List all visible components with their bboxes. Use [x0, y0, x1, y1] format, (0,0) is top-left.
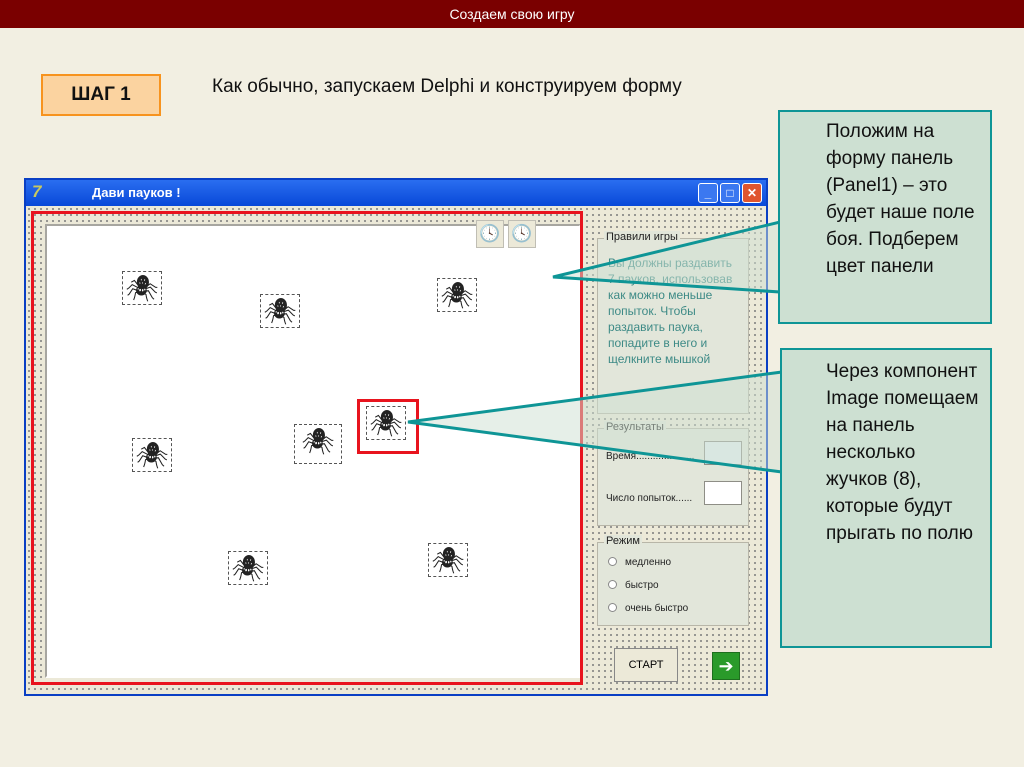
spider-image[interactable]: 🕷: [260, 294, 300, 328]
tries-label: Число попыток......: [606, 493, 693, 504]
mode-label: Режим: [604, 535, 642, 547]
rules-text: Вы должны раздавить 7 пауков, использова…: [608, 256, 733, 366]
window-titlebar[interactable]: 7 Дави пауков ! _ □ ✕: [26, 180, 766, 206]
image-highlight: [357, 399, 419, 454]
spider-image[interactable]: 🕷: [437, 278, 477, 312]
start-button[interactable]: СТАРТ: [614, 648, 678, 682]
mode-group: Режим медленно быстро очень быстро: [597, 535, 749, 626]
radio-label: медленно: [625, 557, 672, 568]
close-icon[interactable]: ✕: [742, 183, 762, 203]
timer-clock-icon: 🕓: [508, 220, 536, 248]
rules-label: Правили игры: [604, 231, 680, 243]
image-callout: Через компонент Image помещаем на панель…: [780, 348, 992, 648]
slide-title-bar: Создаем свою игру: [0, 0, 1024, 28]
radio-label: быстро: [625, 580, 659, 591]
results-label: Результаты: [604, 421, 666, 433]
radio-slow[interactable]: медленно: [608, 557, 671, 568]
minimize-icon[interactable]: _: [698, 183, 718, 203]
spider-image[interactable]: 🕷: [294, 424, 342, 464]
time-label: Время.....................: [606, 451, 695, 462]
slide-heading: Как обычно, запускаем Delphi и конструир…: [212, 76, 682, 97]
spider-image[interactable]: 🕷: [228, 551, 268, 585]
step-badge: ШАГ 1: [41, 74, 161, 116]
spider-image[interactable]: 🕷: [122, 271, 162, 305]
delphi-logo-icon: 7: [32, 182, 42, 201]
results-group: Результаты Время..................... Чи…: [597, 421, 749, 526]
green-arrow-icon[interactable]: ➔: [712, 652, 740, 680]
rules-group: Правили игры Вы должны раздавить 7 пауко…: [597, 231, 749, 414]
window-title: Дави пауков !: [92, 185, 181, 200]
spider-image[interactable]: 🕷: [428, 543, 468, 577]
tries-field[interactable]: [704, 481, 742, 505]
maximize-icon[interactable]: □: [720, 183, 740, 203]
radio-fast[interactable]: быстро: [608, 580, 659, 591]
radio-very-fast[interactable]: очень быстро: [608, 603, 688, 614]
time-field[interactable]: [704, 441, 742, 465]
panel-callout: Положим на форму панель (Panel1) – это б…: [778, 110, 992, 324]
spider-image[interactable]: 🕷: [132, 438, 172, 472]
radio-label: очень быстро: [625, 603, 689, 614]
timer-clock-icon: 🕓: [476, 220, 504, 248]
